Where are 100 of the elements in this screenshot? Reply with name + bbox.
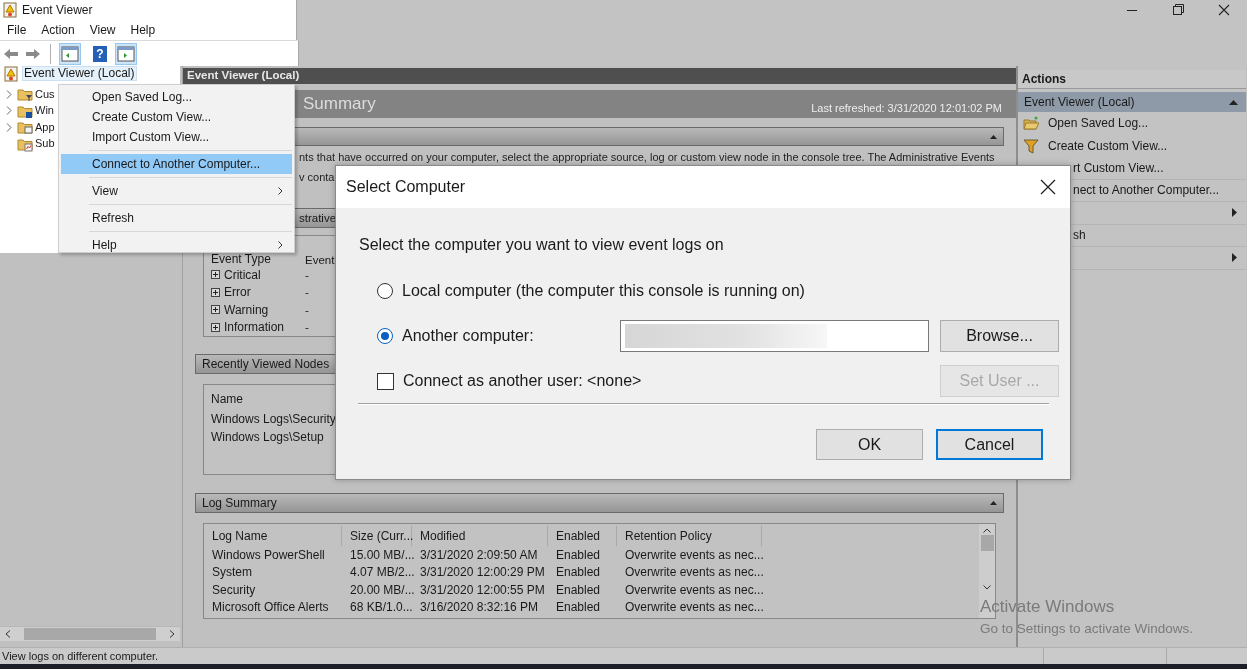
column-header[interactable]: Event Type [204,252,305,266]
column-header[interactable]: Event [305,254,335,266]
table-cell: - [305,303,309,316]
cancel-button[interactable]: Cancel [936,429,1043,460]
menu-item[interactable]: View [82,23,124,37]
expand-icon[interactable] [211,305,220,315]
table-cell-text: Overwrite events as nec... [624,565,762,580]
pane-command[interactable]: Create Custom View... [1048,138,1168,153]
menu-item[interactable]: Import Custom View... [61,127,292,147]
collapse-icon[interactable] [990,134,997,139]
overview-text: nts that have occurred on your computer, select the appropriate source, log or custom view node in the console tree. The Administrative Events [299,151,995,164]
table-cell-text: 68 KB/1.0... [349,600,412,615]
ok-button[interactable]: OK [816,429,923,460]
tree-item[interactable]: Event Viewer (Local) [22,66,137,81]
menu-item[interactable]: Help [61,235,292,255]
scroll-left-icon[interactable] [5,630,11,638]
table-cell-text: 15.00 MB/... [349,547,412,562]
window-title: Event Viewer [22,3,93,17]
pane-command[interactable]: rt Custom View... [1073,160,1164,175]
menu-item[interactable]: Refresh [61,208,292,228]
table-cell-text: 3/31/2020 12:00:29 PM [419,565,546,580]
scrollbar-thumb[interactable] [980,535,994,551]
menu-item[interactable]: View [61,181,292,201]
table-cell-text: Security [211,582,257,597]
table-cell-text: Enabled [555,600,602,615]
column-header[interactable]: Retention Policy [617,526,762,546]
table-cell-text: 3/31/2020 12:00:55 PM [419,582,546,597]
status-text: View logs on different computer. [1,650,160,662]
filter-icon[interactable] [1023,137,1039,154]
group-title: Event Viewer (Local) [1024,95,1135,109]
group-header[interactable]: Event Viewer (Local) [1018,92,1246,112]
expand-icon[interactable] [211,287,220,297]
pane-header: Event Viewer (Local) [183,68,1016,84]
table-cell: - [305,286,309,299]
column-header[interactable]: Enabled [548,526,617,546]
tree-item[interactable]: Win [35,104,54,118]
event-viewer-icon [3,2,17,18]
table-cell-text: 20.00 MB/... [349,582,412,597]
folder-icon [17,86,33,103]
scrollbar-thumb[interactable] [24,628,156,640]
console-tree-icon[interactable] [59,42,81,65]
scrollbar[interactable] [0,626,180,641]
menu-item[interactable]: Help [123,23,164,37]
table-cell: - [305,268,309,281]
computer-name-field[interactable] [620,320,929,352]
menu-item[interactable]: Create Custom View... [61,107,292,127]
section-title: Recently Viewed Nodes [202,357,330,371]
table-cell-text: Microsoft Office Alerts [211,600,330,615]
folder-icon [17,119,33,136]
table-cell: Information [224,320,285,335]
radio-button[interactable]: Another computer: [359,327,609,345]
table-cell-text: Overwrite events as nec... [624,547,762,562]
section-title: strative [299,212,337,224]
table-cell-text: 4.07 MB/2... [349,565,412,580]
pane-header: Actions [1018,70,1246,89]
table-cell: Error [224,285,251,300]
expand-icon[interactable] [211,322,220,332]
pane-command[interactable]: sh [1073,228,1086,243]
close-icon[interactable] [1040,179,1056,195]
scroll-up-icon[interactable] [983,528,991,533]
table-cell-text: Overwrite events as nec... [624,582,762,597]
tree-item[interactable]: App [35,120,55,134]
column-header[interactable]: Modified [412,526,548,546]
column-header[interactable]: Log Name [204,526,342,546]
summary-title: Summary [303,93,376,115]
table-cell-text: Windows PowerShell [211,547,326,562]
tree-item[interactable]: Cus [35,87,55,101]
table-cell: Warning [224,302,269,317]
collapse-icon[interactable] [990,501,997,505]
overview-text: v conta [299,171,335,184]
menu-item[interactable]: Open Saved Log... [61,87,292,107]
prompt-text: Select the computer you want to view event logs on [359,235,725,255]
activation-text: Go to Settings to activate Windows. [980,621,1194,636]
table-cell-text: Enabled [555,582,602,597]
scroll-right-icon[interactable] [169,630,175,638]
radio-button[interactable]: Local computer (the computer this console is running on) [359,282,1048,300]
section-title: Log Summary [202,496,277,510]
table-cell-text: Enabled [555,565,602,580]
action-pane-icon[interactable] [115,42,137,65]
menu-item[interactable]: Action [34,23,83,37]
last-refreshed-text: Last refreshed: 3/31/2020 12:01:02 PM [811,102,1003,116]
checkbox[interactable]: Connect as another user: <none> [359,372,929,390]
table-cell-text: Enabled [555,547,602,562]
menu-item[interactable]: File [0,23,35,37]
help-icon[interactable]: ? [93,45,107,62]
submenu-arrow-icon[interactable] [1232,208,1237,218]
submenu-arrow-icon[interactable] [1232,253,1237,263]
pane-command[interactable]: nect to Another Computer... [1073,183,1220,198]
pane-command[interactable]: Open Saved Log... [1048,116,1149,131]
collapse-icon[interactable] [1229,99,1238,105]
scroll-down-icon[interactable] [983,585,991,590]
tree-item[interactable]: Sub [35,137,55,151]
expand-icon[interactable] [211,270,220,280]
menu-item[interactable]: Connect to Another Computer... [61,154,292,174]
browse-button[interactable]: Browse... [940,320,1059,352]
activation-title: Activate Windows [980,597,1116,617]
column-header[interactable]: Size (Curr... [342,526,412,546]
dialog-title: Select Computer [346,178,466,196]
table-cell: Critical [224,267,261,282]
section-header[interactable]: Log Summary [195,493,1004,513]
